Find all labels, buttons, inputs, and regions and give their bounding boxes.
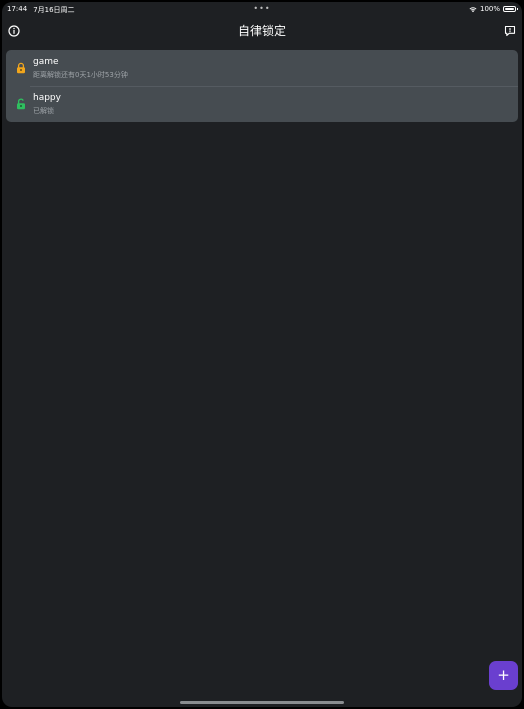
multitasking-dots[interactable]: ••• xyxy=(253,4,270,13)
lock-row-text: happy 已解锁 xyxy=(33,92,61,116)
info-button[interactable] xyxy=(7,24,21,38)
lock-open-icon xyxy=(14,97,28,111)
status-left: 17:44 7月16日周二 xyxy=(7,5,75,15)
battery-icon xyxy=(503,6,518,12)
lock-row-game[interactable]: game 距离解锁还有0天1小时53分钟 xyxy=(6,50,518,86)
wifi-icon xyxy=(469,6,477,12)
lock-closed-icon xyxy=(14,61,28,75)
status-date: 7月16日周二 xyxy=(33,6,75,14)
lock-name: game xyxy=(33,57,59,67)
lock-row-text: game 距离解锁还有0天1小时53分钟 xyxy=(33,56,128,80)
info-icon xyxy=(8,25,20,37)
battery-percent: 100% xyxy=(479,5,500,13)
status-bar: 17:44 7月16日周二 ••• 100% xyxy=(2,2,522,16)
app-screen: 17:44 7月16日周二 ••• 100% 自律锁定 game 距离解锁还有0… xyxy=(2,2,522,707)
page-title: 自律锁定 xyxy=(237,24,287,38)
home-indicator[interactable] xyxy=(180,701,344,704)
lock-list: game 距离解锁还有0天1小时53分钟 happy 已解锁 xyxy=(6,50,518,122)
lock-status: 已解锁 xyxy=(33,107,54,115)
navigation-bar: 自律锁定 xyxy=(2,16,522,46)
status-time: 17:44 xyxy=(7,5,28,13)
add-lock-button[interactable]: + xyxy=(489,661,518,690)
status-right: 100% xyxy=(469,5,518,13)
feedback-icon xyxy=(504,25,516,37)
lock-name: happy xyxy=(33,93,61,103)
lock-status: 距离解锁还有0天1小时53分钟 xyxy=(33,71,128,79)
lock-row-happy[interactable]: happy 已解锁 xyxy=(6,86,518,122)
feedback-button[interactable] xyxy=(503,24,517,38)
